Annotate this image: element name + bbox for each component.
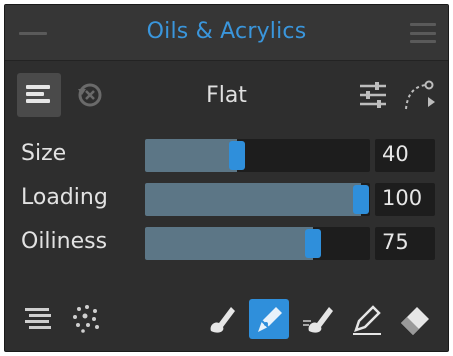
oiliness-slider-fill (145, 227, 313, 260)
smear-icon[interactable] (299, 299, 339, 339)
size-property: Size 40 (5, 135, 448, 175)
loading-property: Loading 100 (5, 179, 448, 219)
oiliness-slider[interactable] (145, 227, 370, 260)
loading-value-field[interactable]: 100 (375, 183, 435, 216)
size-label: Size (21, 141, 67, 166)
tool-row (5, 295, 448, 345)
size-slider[interactable] (145, 139, 370, 172)
panel-titlebar: Oils & Acrylics (5, 5, 448, 61)
size-slider-handle[interactable] (229, 141, 246, 170)
oiliness-property: Oiliness 75 (5, 223, 448, 263)
size-value-field[interactable]: 40 (375, 139, 435, 172)
eraser-icon[interactable] (395, 299, 435, 339)
loading-slider[interactable] (145, 183, 370, 216)
stroke-fill-icon[interactable] (19, 299, 59, 339)
brush-panel: Oils & Acrylics Flat Size 40 Loading 100… (4, 4, 449, 352)
stroke-path-icon[interactable] (402, 77, 438, 113)
oiliness-value-field[interactable]: 75 (375, 227, 435, 260)
loading-slider-handle[interactable] (353, 185, 369, 214)
panel-title: Oils & Acrylics (146, 19, 307, 44)
paint-icon[interactable] (201, 299, 241, 339)
scatter-icon[interactable] (67, 299, 107, 339)
brush-settings-icon[interactable] (358, 79, 388, 111)
brush-row: Flat (5, 67, 448, 123)
erase-colour-icon[interactable] (347, 299, 387, 339)
blend-icon[interactable] (249, 299, 289, 339)
oiliness-label: Oiliness (21, 229, 108, 254)
loading-label: Loading (21, 185, 108, 210)
loading-slider-fill (145, 183, 361, 216)
oiliness-slider-handle[interactable] (305, 229, 321, 258)
menu-icon[interactable] (410, 23, 436, 43)
size-slider-fill (145, 139, 238, 172)
